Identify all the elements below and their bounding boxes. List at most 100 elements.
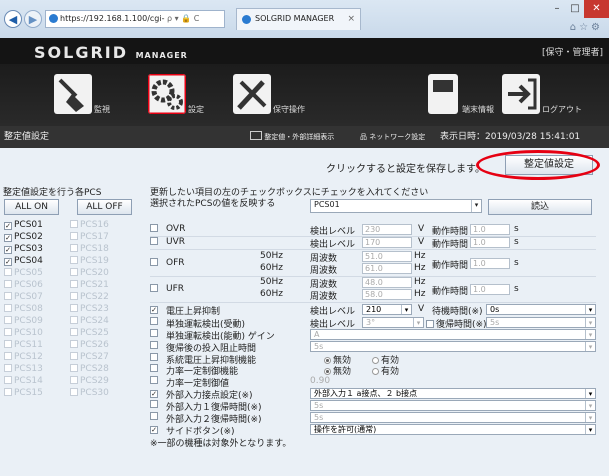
pcs-checkbox-item[interactable]: PCS25 (70, 328, 109, 338)
source-pcs-select[interactable]: PCS01 ▾ (310, 199, 482, 213)
row-checkbox[interactable] (150, 364, 158, 372)
row-checkbox[interactable] (150, 400, 158, 408)
pcs-checkbox-item[interactable]: PCS17 (70, 232, 109, 242)
pcs-checkbox-item[interactable]: PCS26 (70, 340, 109, 350)
checkbox[interactable] (4, 328, 12, 336)
pcs-checkbox-item[interactable]: PCS21 (70, 280, 109, 290)
checkbox[interactable] (70, 280, 78, 288)
radio-enabled[interactable] (372, 357, 379, 364)
checkbox[interactable] (70, 340, 78, 348)
row-checkbox[interactable] (150, 376, 158, 384)
row-checkbox-checked[interactable]: ✓ (150, 390, 158, 398)
ufr-time-input[interactable]: 1.0 (470, 284, 510, 295)
pcs-checkbox-item[interactable]: PCS11 (4, 340, 43, 350)
pcs-checkbox-item[interactable]: ✓ PCS03 (4, 244, 43, 254)
url-tools[interactable]: ρ ▾ 🔒 C (167, 14, 199, 23)
checkbox[interactable] (4, 280, 12, 288)
checkbox-checked[interactable]: ✓ (4, 246, 12, 254)
checkbox[interactable] (70, 376, 78, 384)
radio-disabled[interactable] (324, 368, 331, 375)
ofr-60hz-input[interactable]: 61.0 (362, 263, 412, 274)
checkbox[interactable] (70, 244, 78, 252)
radio-disabled[interactable] (324, 357, 331, 364)
checkbox-checked[interactable]: ✓ (4, 222, 12, 230)
minimize-icon[interactable]: – (548, 0, 566, 18)
row-checkbox[interactable] (150, 412, 158, 420)
window-close-icon[interactable]: ✕ (584, 0, 609, 18)
checkbox[interactable] (4, 388, 12, 396)
checkbox[interactable] (70, 232, 78, 240)
row-checkbox[interactable] (150, 237, 158, 245)
checkbox[interactable] (70, 256, 78, 264)
all-on-button[interactable]: ALL ON (4, 199, 59, 215)
uvr-level-input[interactable]: 170 (362, 237, 412, 248)
row-checkbox-checked[interactable]: ✓ (150, 306, 158, 314)
pcs-checkbox-item[interactable]: PCS13 (4, 364, 43, 374)
row-checkbox[interactable] (150, 341, 158, 349)
maximize-icon[interactable]: □ (566, 0, 584, 18)
row-checkbox[interactable] (150, 329, 158, 337)
checkbox[interactable] (70, 304, 78, 312)
active-gain-select[interactable]: A ▾ (310, 329, 596, 340)
row-checkbox[interactable] (150, 317, 158, 325)
link-detail-view[interactable]: 整定値・外部詳細表示 (250, 126, 334, 148)
pcs-checkbox-item[interactable]: PCS16 (70, 220, 109, 230)
tab-close-icon[interactable]: × (347, 9, 355, 29)
back-icon[interactable]: ◀ (4, 10, 22, 28)
checkbox-checked[interactable]: ✓ (4, 258, 12, 266)
checkbox[interactable] (4, 292, 12, 300)
passive-return-select[interactable]: 5s ▾ (486, 317, 596, 328)
side-button-select[interactable]: 操作を許可(通常) ▾ (310, 424, 596, 435)
volt-wait-select[interactable]: 0s ▾ (486, 304, 596, 315)
passive-level-select[interactable]: 3° ▾ (362, 317, 424, 328)
forward-icon[interactable]: ▶ (24, 10, 42, 28)
radio-enabled[interactable] (372, 368, 379, 375)
pcs-checkbox-item[interactable]: PCS05 (4, 268, 43, 278)
pcs-checkbox-item[interactable]: PCS12 (4, 352, 43, 362)
ofr-50hz-input[interactable]: 51.0 (362, 251, 412, 262)
pcs-checkbox-item[interactable]: PCS19 (70, 256, 109, 266)
ext2-time-select[interactable]: 5s ▾ (310, 412, 596, 423)
read-button[interactable]: 読込 (488, 199, 592, 215)
checkbox[interactable] (70, 292, 78, 300)
checkbox[interactable] (70, 328, 78, 336)
volt-level-select[interactable]: 210 ▾ (362, 304, 412, 315)
toolbar-icons[interactable]: ⌂☆⚙ (570, 22, 603, 33)
checkbox[interactable] (4, 352, 12, 360)
pcs-checkbox-item[interactable]: ✓ PCS04 (4, 256, 43, 266)
pcs-checkbox-item[interactable]: PCS09 (4, 316, 43, 326)
checkbox[interactable] (4, 304, 12, 312)
ovr-level-input[interactable]: 230 (362, 224, 412, 235)
checkbox[interactable] (70, 316, 78, 324)
link-network-settings[interactable]: 品 ネットワーク設定 (360, 126, 425, 148)
all-off-button[interactable]: ALL OFF (77, 199, 132, 215)
pcs-checkbox-item[interactable]: PCS18 (70, 244, 109, 254)
checkbox[interactable] (70, 268, 78, 276)
ufr-60hz-input[interactable]: 58.0 (362, 289, 412, 300)
checkbox[interactable] (4, 364, 12, 372)
uvr-time-input[interactable]: 1.0 (470, 237, 510, 248)
pcs-checkbox-item[interactable]: PCS20 (70, 268, 109, 278)
pcs-checkbox-item[interactable]: PCS15 (4, 388, 43, 398)
pcs-checkbox-item[interactable]: PCS14 (4, 376, 43, 386)
pcs-checkbox-item[interactable]: ✓ PCS02 (4, 232, 43, 242)
row-checkbox-checked[interactable]: ✓ (150, 426, 158, 434)
pcs-checkbox-item[interactable]: ✓ PCS01 (4, 220, 43, 230)
row-checkbox[interactable] (150, 258, 158, 266)
restore-time-select[interactable]: 5s ▾ (310, 341, 596, 352)
row-checkbox[interactable] (150, 224, 158, 232)
ext1-time-select[interactable]: 5s ▾ (310, 400, 596, 411)
ovr-time-input[interactable]: 1.0 (470, 224, 510, 235)
row-checkbox[interactable] (150, 353, 158, 361)
ufr-50hz-input[interactable]: 48.0 (362, 277, 412, 288)
pcs-checkbox-item[interactable]: PCS23 (70, 304, 109, 314)
pcs-checkbox-item[interactable]: PCS30 (70, 388, 109, 398)
return-time-checkbox[interactable] (426, 320, 434, 328)
pcs-checkbox-item[interactable]: PCS10 (4, 328, 43, 338)
pcs-checkbox-item[interactable]: PCS07 (4, 292, 43, 302)
checkbox-checked[interactable]: ✓ (4, 234, 12, 242)
checkbox[interactable] (70, 364, 78, 372)
pcs-checkbox-item[interactable]: PCS08 (4, 304, 43, 314)
checkbox[interactable] (70, 220, 78, 228)
pcs-checkbox-item[interactable]: PCS24 (70, 316, 109, 326)
